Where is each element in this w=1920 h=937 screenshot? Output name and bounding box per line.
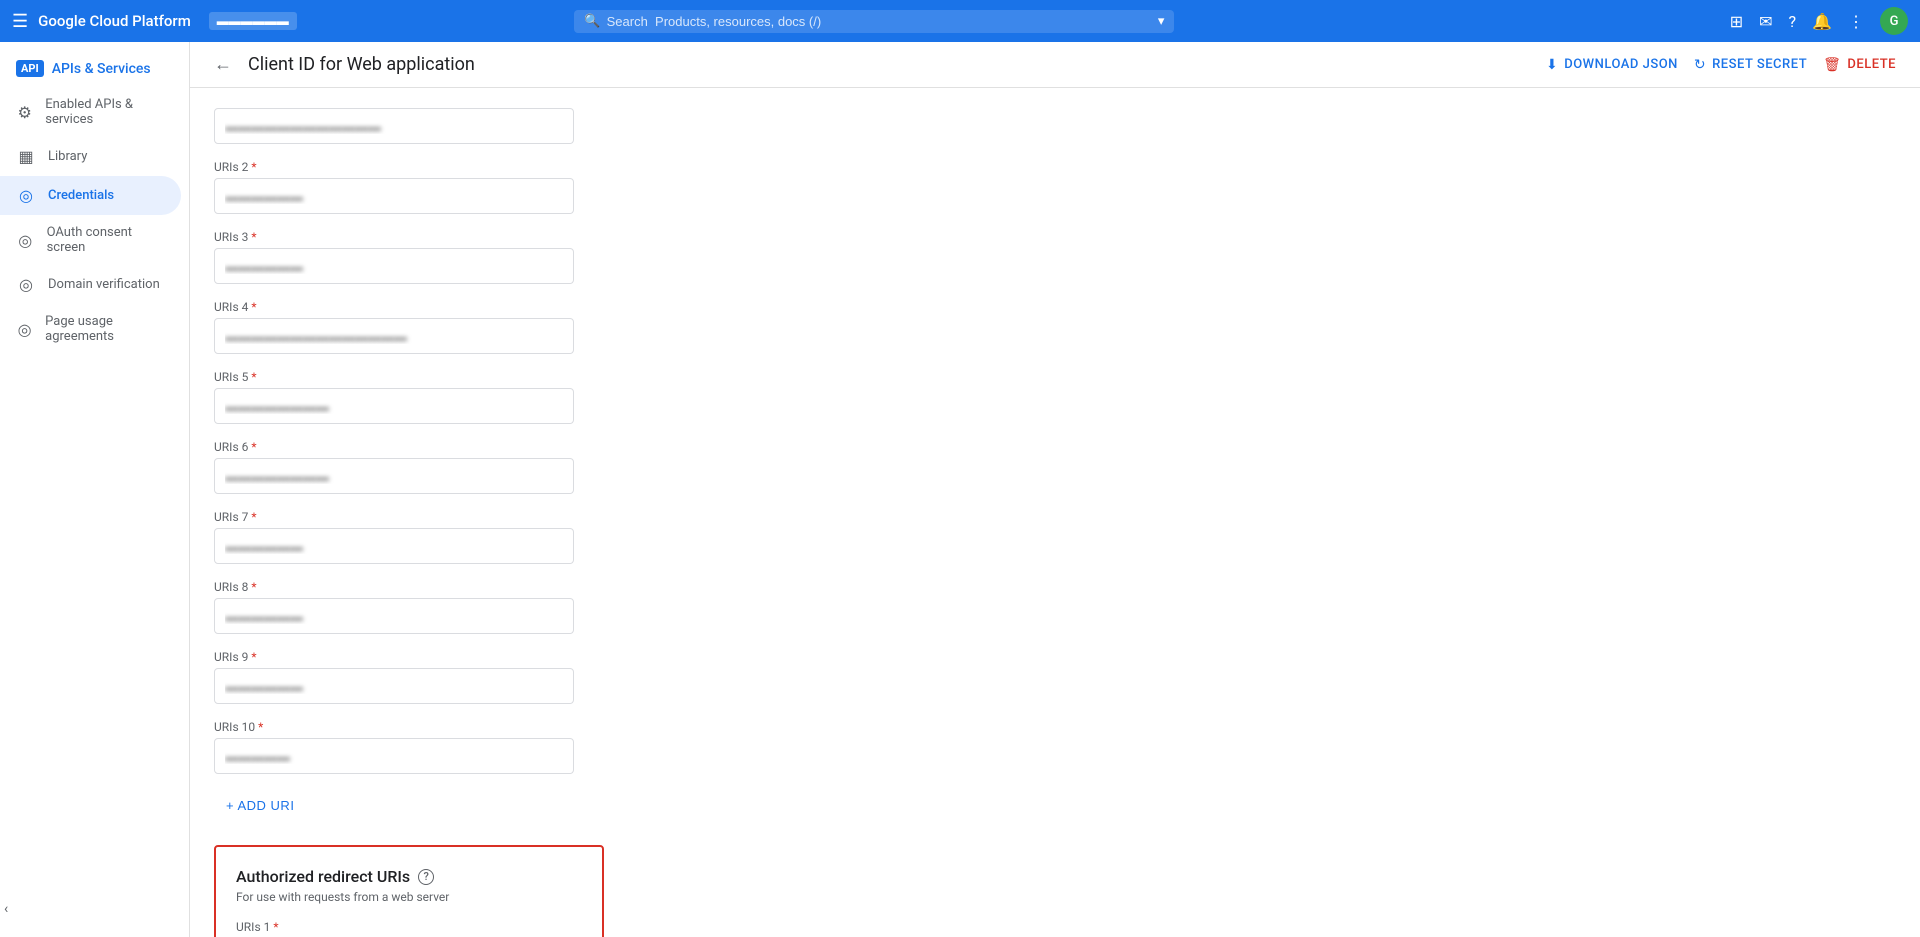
help-circle-icon[interactable]: ? — [418, 869, 434, 885]
download-json-label: DOWNLOAD JSON — [1564, 57, 1678, 72]
delete-button[interactable]: 🗑 DELETE — [1823, 57, 1896, 73]
reset-icon: ↻ — [1694, 57, 1706, 73]
sidebar-item-label: OAuth consent screen — [47, 225, 165, 255]
uri-label-4: URIs 4 * — [214, 300, 1896, 314]
hamburger-icon[interactable]: ☰ — [12, 11, 28, 32]
uri-label-8: URIs 8 * — [214, 580, 1896, 594]
library-icon: ▦ — [16, 147, 36, 166]
chevron-down-icon: ▾ — [1158, 14, 1165, 29]
nav-left: ☰ Google Cloud Platform ▬▬▬▬▬▬ — [12, 11, 297, 32]
layout: API APIs & Services ⚙ Enabled APIs & ser… — [0, 42, 1920, 937]
sidebar-item-domain[interactable]: ◎ Domain verification — [0, 265, 181, 304]
sidebar-item-page[interactable]: ◎ Page usage agreements — [0, 304, 181, 354]
origins-uri-input-4[interactable] — [214, 318, 574, 354]
origins-uri-input-5[interactable] — [214, 388, 574, 424]
uri-row-2: URIs 2 * — [214, 160, 1896, 214]
search-bar[interactable]: 🔍 ▾ — [574, 10, 1174, 33]
avatar[interactable]: G — [1880, 7, 1908, 35]
download-icon: ⬇ — [1546, 57, 1558, 73]
header-actions: ⬇ DOWNLOAD JSON ↻ RESET SECRET 🗑 DELETE — [1546, 57, 1896, 73]
uri-row-9: URIs 9 * — [214, 650, 1896, 704]
nav-icons: ⊞ ✉ ? 🔔 ⋮ G — [1730, 7, 1908, 35]
search-input[interactable] — [607, 14, 1152, 29]
uri-row-4: URIs 4 * — [214, 300, 1896, 354]
settings-icon[interactable]: ⋮ — [1848, 12, 1864, 31]
sidebar: API APIs & Services ⚙ Enabled APIs & ser… — [0, 42, 190, 937]
uri-row-3: URIs 3 * — [214, 230, 1896, 284]
redirect-title-text: Authorized redirect URIs — [236, 867, 410, 886]
uri-label-9: URIs 9 * — [214, 650, 1896, 664]
sidebar-item-oauth[interactable]: ◎ OAuth consent screen — [0, 215, 181, 265]
origins-uri-input-6[interactable] — [214, 458, 574, 494]
project-chip[interactable]: ▬▬▬▬▬▬ — [209, 12, 297, 30]
uri-label-5: URIs 5 * — [214, 370, 1896, 384]
search-icon: 🔍 — [584, 14, 600, 29]
uri-row-10: URIs 10 * — [214, 720, 1896, 774]
redirect-uri-row-1: URIs 1 * — [236, 920, 582, 937]
sidebar-item-library[interactable]: ▦ Library — [0, 137, 181, 176]
origins-uri-input-3[interactable] — [214, 248, 574, 284]
apps-icon[interactable]: ⊞ — [1730, 12, 1743, 31]
back-button[interactable]: ← — [214, 54, 232, 75]
domain-icon: ◎ — [16, 275, 36, 294]
sidebar-item-label: Credentials — [48, 188, 114, 203]
delete-label: DELETE — [1847, 57, 1896, 72]
collapse-sidebar-button[interactable]: ‹ — [4, 901, 8, 917]
redirect-uris-section: Authorized redirect URIs ? For use with … — [214, 845, 604, 937]
sidebar-item-label: Domain verification — [48, 277, 160, 292]
uri-row-7: URIs 7 * — [214, 510, 1896, 564]
sidebar-header: API APIs & Services — [0, 50, 189, 87]
sidebar-item-credentials[interactable]: ◎ Credentials — [0, 176, 181, 215]
uri-row-5: URIs 5 * — [214, 370, 1896, 424]
help-icon[interactable]: ? — [1789, 12, 1797, 31]
top-nav: ☰ Google Cloud Platform ▬▬▬▬▬▬ 🔍 ▾ ⊞ ✉ ?… — [0, 0, 1920, 42]
sub-header: ← Client ID for Web application ⬇ DOWNLO… — [190, 42, 1920, 88]
page-title: Client ID for Web application — [248, 54, 475, 75]
api-icon: API — [16, 60, 44, 77]
uri-row-1 — [214, 108, 1896, 144]
sidebar-item-label: Enabled APIs & services — [45, 97, 165, 127]
sidebar-item-label: Library — [48, 149, 87, 164]
content-area: URIs 2 * URIs 3 * URIs 4 * URIs 5 * URIs… — [190, 108, 1920, 937]
uri-label-2: URIs 2 * — [214, 160, 1896, 174]
reset-secret-button[interactable]: ↻ RESET SECRET — [1694, 57, 1807, 73]
uri-label-3: URIs 3 * — [214, 230, 1896, 244]
redirect-subtitle: For use with requests from a web server — [236, 890, 582, 904]
sidebar-title: APIs & Services — [52, 61, 151, 77]
notification-icon[interactable]: 🔔 — [1812, 12, 1832, 31]
origins-uri-input-10[interactable] — [214, 738, 574, 774]
uri-label-6: URIs 6 * — [214, 440, 1896, 454]
sidebar-item-enabled[interactable]: ⚙ Enabled APIs & services — [0, 87, 181, 137]
origins-section: URIs 2 * URIs 3 * URIs 4 * URIs 5 * URIs… — [214, 108, 1896, 821]
origins-uri-input-8[interactable] — [214, 598, 574, 634]
redirect-section-title: Authorized redirect URIs ? — [236, 867, 582, 886]
reset-secret-label: RESET SECRET — [1712, 57, 1807, 72]
credentials-icon: ◎ — [16, 186, 36, 205]
origins-add-uri-button[interactable]: + ADD URI — [214, 790, 306, 821]
origins-uri-input-1[interactable] — [214, 108, 574, 144]
uri-label-7: URIs 7 * — [214, 510, 1896, 524]
uri-label-10: URIs 10 * — [214, 720, 1896, 734]
sidebar-item-label: Page usage agreements — [45, 314, 165, 344]
origins-uri-input-2[interactable] — [214, 178, 574, 214]
oauth-icon: ◎ — [16, 231, 35, 250]
download-json-button[interactable]: ⬇ DOWNLOAD JSON — [1546, 57, 1678, 73]
origins-uri-input-9[interactable] — [214, 668, 574, 704]
page-icon: ◎ — [16, 320, 33, 339]
origins-uri-input-7[interactable] — [214, 528, 574, 564]
brand-title: Google Cloud Platform — [38, 12, 191, 30]
main-content: ← Client ID for Web application ⬇ DOWNLO… — [190, 42, 1920, 937]
redirect-uri-label-1: URIs 1 * — [236, 920, 582, 934]
email-icon[interactable]: ✉ — [1759, 12, 1772, 31]
uri-row-8: URIs 8 * — [214, 580, 1896, 634]
enabled-icon: ⚙ — [16, 103, 33, 122]
uri-row-6: URIs 6 * — [214, 440, 1896, 494]
delete-icon: 🗑 — [1823, 57, 1841, 73]
